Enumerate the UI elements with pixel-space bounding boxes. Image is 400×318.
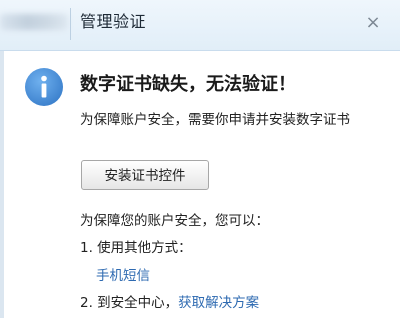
blurred-background-tab [0, 14, 68, 30]
dialog-window: 管理验证 × 数字证书缺失，无法验证！ 为保障账户安全，需要你申请并安装数字证书… [0, 0, 400, 318]
option-2-text: 2. 到安全中心， [80, 295, 179, 311]
options-intro: 为保障您的账户安全，您可以： [80, 213, 269, 229]
dialog-left-border [0, 51, 4, 318]
option-1-text: 1. 使用其他方式： [80, 240, 192, 256]
dialog-title: 管理验证 [80, 12, 147, 31]
sms-verification-link[interactable]: 手机短信 [96, 266, 150, 286]
titlebar-divider [70, 8, 71, 40]
install-certificate-button[interactable]: 安装证书控件 [81, 160, 209, 190]
dialog-titlebar: 管理验证 × [0, 0, 400, 51]
info-icon [25, 68, 63, 106]
option-2: 2. 到安全中心，获取解决方案 [80, 293, 259, 313]
get-solution-link[interactable]: 获取解决方案 [178, 295, 259, 311]
dialog-heading: 数字证书缺失，无法验证！ [80, 74, 296, 95]
dialog-message: 为保障账户安全，需要你申请并安装数字证书 [80, 112, 350, 128]
close-button[interactable]: × [360, 10, 386, 36]
